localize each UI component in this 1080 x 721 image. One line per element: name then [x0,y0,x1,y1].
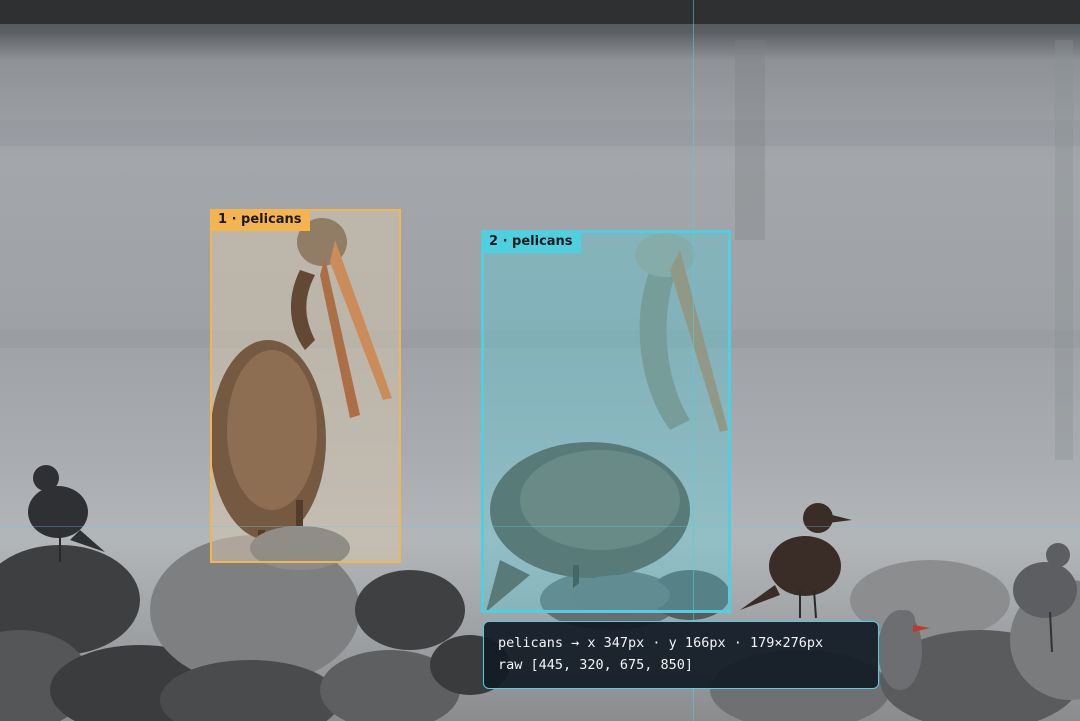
bounding-box-2-label[interactable]: 2 · pelicans [481,231,581,253]
pole-reflection [735,40,765,240]
water-ripple-band [0,120,1080,146]
bounding-box-1-label[interactable]: 1 · pelicans [210,209,310,231]
bounding-box-1[interactable] [210,209,401,563]
annotation-canvas[interactable]: 1 · pelicans 2 · pelicans pelicans → x 3… [0,0,1080,721]
pole-reflection [1055,40,1073,460]
shore-reflection [0,24,1080,34]
coordinate-tooltip: pelicans → x 347px · y 166px · 179×276px… [483,621,879,689]
gull-right-brown [740,503,852,619]
bounding-box-2[interactable] [481,230,731,613]
tooltip-line-raw: raw [445, 320, 675, 850] [498,657,694,673]
far-shore [0,0,1080,24]
tooltip-line-pixels: pelicans → x 347px · y 166px · 179×276px [498,635,824,651]
